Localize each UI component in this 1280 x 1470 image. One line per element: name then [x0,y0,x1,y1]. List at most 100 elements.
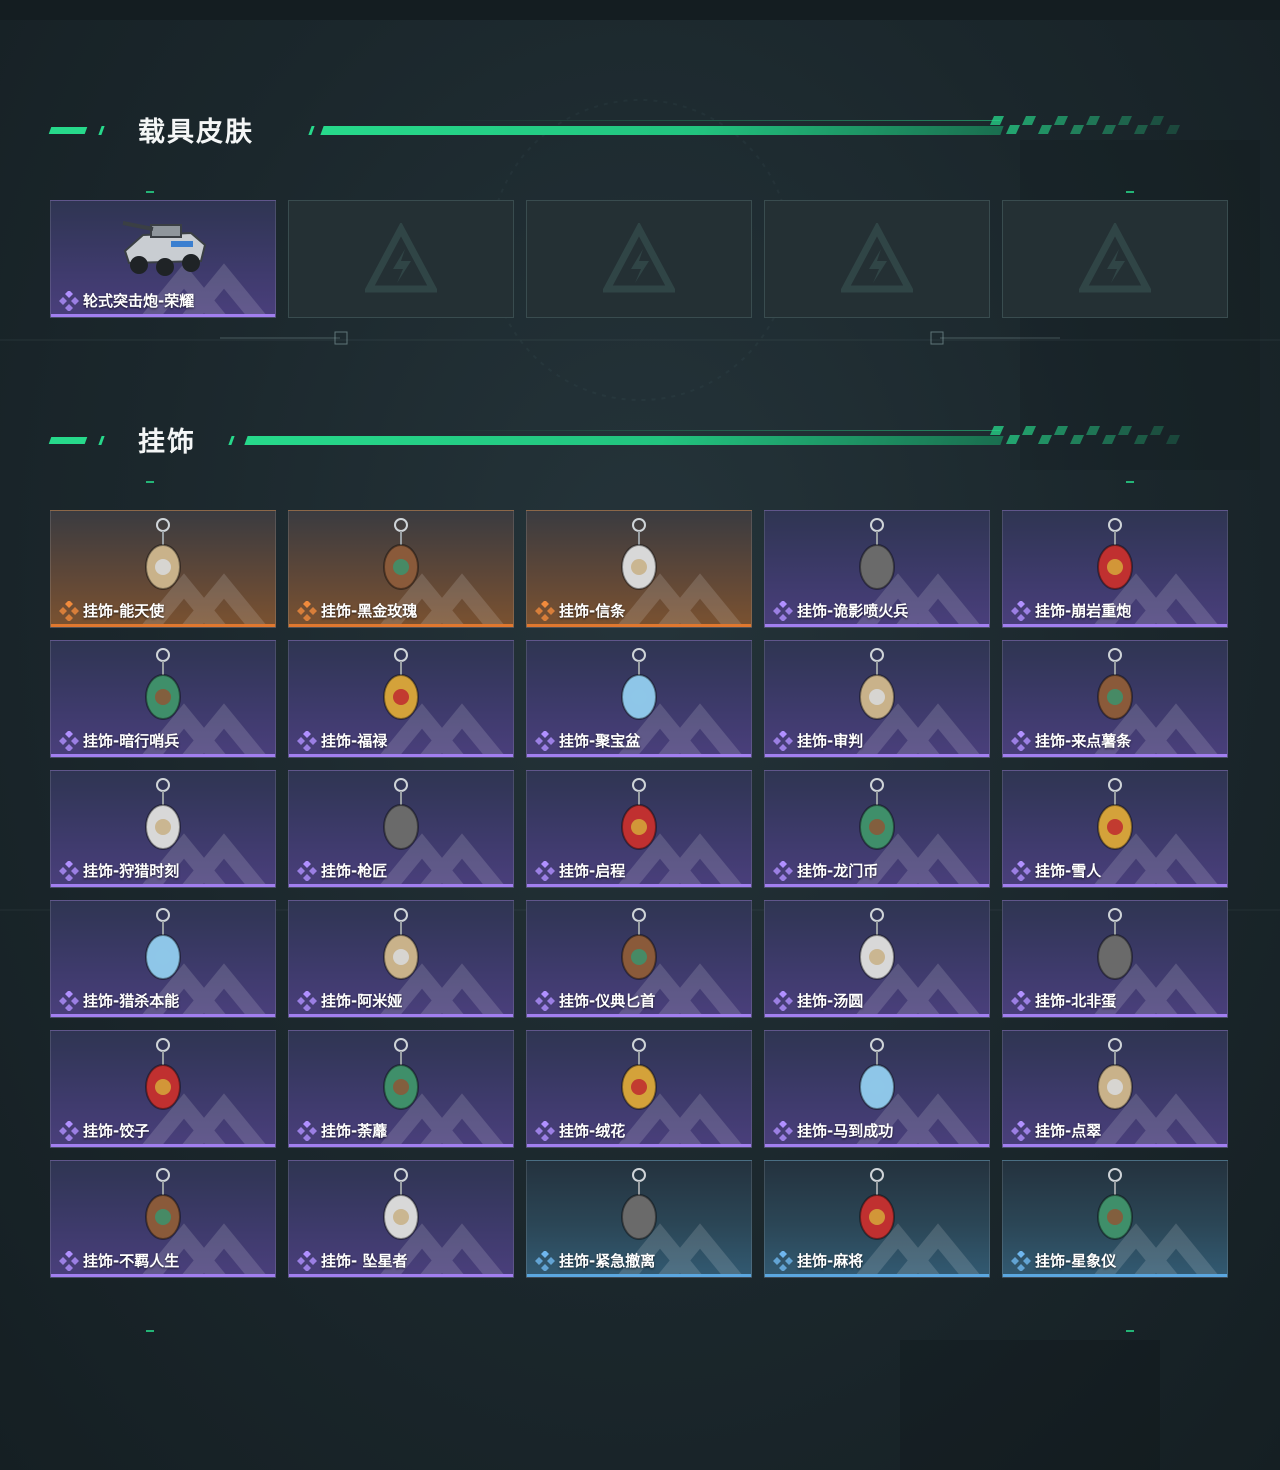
charm-image [859,518,895,590]
charm-card[interactable]: 挂饰-崩岩重炮 [1002,510,1228,628]
diamond-cluster-icon [773,730,793,751]
rarity-bar [289,624,513,627]
item-name: 挂饰-阿米娅 [321,992,403,1010]
item-label-row: 挂饰-不羁人生 [59,1250,179,1271]
item-label-row: 挂饰-猎杀本能 [59,990,179,1011]
diamond-cluster-icon [1011,730,1031,751]
rarity-bar [765,1274,989,1277]
charm-card[interactable]: 挂饰-能天使 [50,510,276,628]
rarity-bar [1003,1274,1227,1277]
rarity-bar [289,1274,513,1277]
charm-card[interactable]: 挂饰-诡影喷火兵 [764,510,990,628]
item-name: 挂饰-雪人 [1035,862,1102,880]
item-name: 挂饰-枪匠 [321,862,388,880]
rarity-bar [527,754,751,757]
corner-tick [1126,481,1134,483]
diamond-cluster-icon [773,1250,793,1271]
charm-card[interactable]: 挂饰-饺子 [50,1030,276,1148]
item-label-row: 挂饰-北非蛋 [1011,990,1116,1011]
charm-card[interactable]: 挂饰-雪人 [1002,770,1228,888]
triangle-logo-icon [841,223,913,293]
item-label-row: 挂饰-紧急撤离 [535,1250,655,1271]
rarity-bar [527,1274,751,1277]
charm-card[interactable]: 挂饰-启程 [526,770,752,888]
item-name: 挂饰-北非蛋 [1035,992,1117,1010]
charm-card[interactable]: 挂饰-紧急撤离 [526,1160,752,1278]
item-label-row: 挂饰- 坠星者 [297,1250,407,1271]
triangle-logo-icon [1079,223,1151,293]
charm-image [383,1038,419,1110]
charm-card[interactable]: 挂饰- 坠星者 [288,1160,514,1278]
charm-card[interactable]: 挂饰-荼蘼 [288,1030,514,1148]
rarity-bar [527,1144,751,1147]
charm-card[interactable]: 挂饰-审判 [764,640,990,758]
item-name: 挂饰-点翠 [1035,1122,1102,1140]
charm-card[interactable]: 挂饰-暗行哨兵 [50,640,276,758]
charm-card[interactable]: 挂饰-福禄 [288,640,514,758]
header-accent-bar [48,127,88,134]
charm-card[interactable]: 挂饰-来点薯条 [1002,640,1228,758]
empty-slot-card [1002,200,1228,318]
item-label-row: 挂饰-星象仪 [1011,1250,1116,1271]
charm-card[interactable]: 挂饰-北非蛋 [1002,900,1228,1018]
item-label-row: 挂饰-崩岩重炮 [1011,600,1131,621]
charm-card[interactable]: 挂饰-仪典匕首 [526,900,752,1018]
charm-card[interactable]: 挂饰-汤圆 [764,900,990,1018]
corner-tick [146,191,154,193]
diamond-cluster-icon [773,860,793,881]
charm-image [1097,1038,1133,1110]
item-name: 挂饰-绒花 [559,1122,626,1140]
section-header-charms: 挂饰 [0,418,1280,458]
item-label-row: 挂饰-绒花 [535,1120,625,1141]
item-name: 挂饰-能天使 [83,602,165,620]
charm-card[interactable]: 挂饰-猎杀本能 [50,900,276,1018]
vehicle-skin-card[interactable]: 轮式突击炮-荣耀 [50,200,276,318]
item-name: 挂饰-马到成功 [797,1122,894,1140]
item-label-row: 挂饰-黑金玫瑰 [297,600,417,621]
diamond-cluster-icon [59,600,79,621]
rarity-bar [51,1144,275,1147]
item-label-row: 挂饰-福禄 [297,730,387,751]
rarity-bar [1003,884,1227,887]
item-name: 挂饰-猎杀本能 [83,992,180,1010]
item-name: 挂饰-星象仪 [1035,1252,1117,1270]
charm-image [383,518,419,590]
triangle-logo-icon [365,223,437,293]
charm-image [145,908,181,980]
charm-card[interactable]: 挂饰-黑金玫瑰 [288,510,514,628]
charm-image [145,1038,181,1110]
item-name: 挂饰-福禄 [321,732,388,750]
charm-card[interactable]: 挂饰-龙门币 [764,770,990,888]
vehicle-skin-grid: 轮式突击炮-荣耀 [50,200,1230,320]
charm-image [1097,648,1133,720]
triangle-logo-icon [603,223,675,293]
diamond-cluster-icon [297,1250,317,1271]
charm-card[interactable]: 挂饰-点翠 [1002,1030,1228,1148]
charm-card[interactable]: 挂饰-不羁人生 [50,1160,276,1278]
charm-card[interactable]: 挂饰-马到成功 [764,1030,990,1148]
charm-card[interactable]: 挂饰-绒花 [526,1030,752,1148]
charm-card[interactable]: 挂饰-狩猎时刻 [50,770,276,888]
section-header-vehicle-skins: 载具皮肤 [0,108,1280,148]
charm-card[interactable]: 挂饰-聚宝盆 [526,640,752,758]
charm-image [621,908,657,980]
charm-card[interactable]: 挂饰-麻将 [764,1160,990,1278]
section-title-vehicle-skins: 载具皮肤 [138,117,254,148]
rarity-bar [1003,754,1227,757]
section-title-charms: 挂饰 [138,427,196,458]
diamond-cluster-icon [535,600,555,621]
charm-card[interactable]: 挂饰-星象仪 [1002,1160,1228,1278]
diamond-cluster-icon [773,600,793,621]
rarity-bar [765,1144,989,1147]
diamond-cluster-icon [297,1120,317,1141]
charm-image [145,778,181,850]
charm-card[interactable]: 挂饰-信条 [526,510,752,628]
diamond-cluster-icon [773,990,793,1011]
charm-card[interactable]: 挂饰-枪匠 [288,770,514,888]
rarity-bar [527,624,751,627]
item-label-row: 挂饰-暗行哨兵 [59,730,179,751]
diamond-cluster-icon [535,860,555,881]
diamond-cluster-icon [59,1250,79,1271]
corner-tick [1126,1330,1134,1332]
charm-card[interactable]: 挂饰-阿米娅 [288,900,514,1018]
